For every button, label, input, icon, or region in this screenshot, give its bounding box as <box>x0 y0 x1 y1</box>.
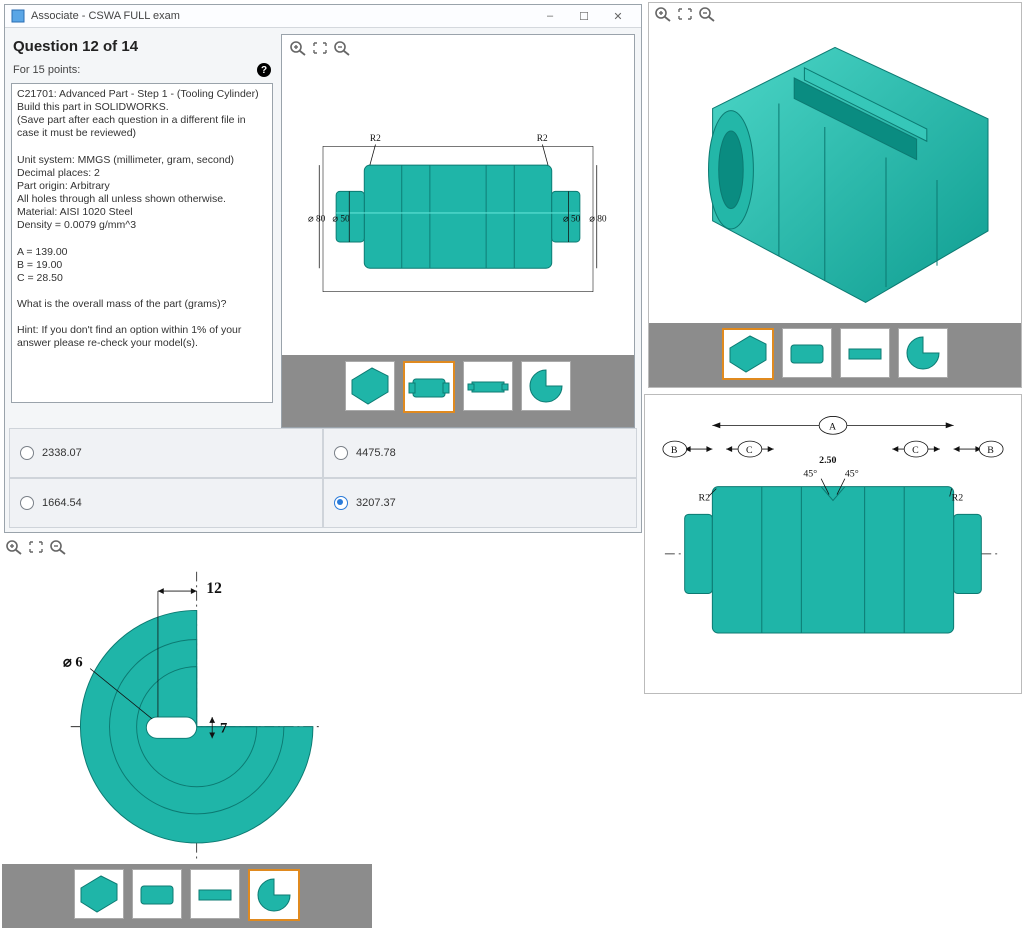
zoom-toolbar <box>288 39 352 57</box>
thumb-front[interactable] <box>782 328 832 378</box>
minimize-button[interactable]: – <box>533 6 567 26</box>
front-view-drawing: R2 R2 ⌀ 80 ⌀ 50 ⌀ 50 ⌀ 80 <box>308 87 608 337</box>
dim-chamfer: 2.50 <box>819 455 836 466</box>
dim-B-right: B <box>987 445 994 456</box>
answer-option[interactable]: 1664.54 <box>9 478 323 528</box>
question-panel: Question 12 of 14 For 15 points: ? C2170… <box>11 34 273 403</box>
question-heading: Question 12 of 14 <box>13 38 271 55</box>
section-viewer-panel: 12 7 ⌀ 6 <box>2 536 372 928</box>
app-icon <box>11 9 25 23</box>
dim-r2-left: R2 <box>699 492 711 503</box>
zoom-in-icon[interactable] <box>653 5 673 23</box>
zoom-toolbar <box>653 5 717 23</box>
dim-ang-left: 45° <box>803 469 817 480</box>
section-view-drawing: 12 7 ⌀ 6 <box>22 562 352 872</box>
radio-icon[interactable] <box>334 496 348 510</box>
thumb-top[interactable] <box>840 328 890 378</box>
dim-r2-left: R2 <box>370 134 381 144</box>
dim-r2-right: R2 <box>537 134 548 144</box>
thumbnail-strip <box>649 323 1021 387</box>
zoom-out-icon[interactable] <box>332 39 352 57</box>
answer-value: 1664.54 <box>42 497 82 509</box>
zoom-out-icon[interactable] <box>48 538 68 556</box>
maximize-button[interactable]: ☐ <box>567 6 601 26</box>
titlebar[interactable]: Associate - CSWA FULL exam – ☐ ✕ <box>5 5 641 28</box>
dim-d80-right: ⌀ 80 <box>589 214 607 224</box>
dim-A: A <box>829 421 837 432</box>
radio-icon[interactable] <box>20 446 34 460</box>
thumb-front[interactable] <box>132 869 182 919</box>
dim-ang-right: 45° <box>845 469 859 480</box>
answer-value: 3207.37 <box>356 497 396 509</box>
answer-option[interactable]: 3207.37 <box>323 478 637 528</box>
dim-d80-left: ⌀ 80 <box>308 214 326 224</box>
thumb-iso[interactable] <box>722 328 774 380</box>
answer-option[interactable]: 2338.07 <box>9 428 323 478</box>
thumb-iso[interactable] <box>74 869 124 919</box>
zoom-fit-icon[interactable] <box>675 5 695 23</box>
question-body: C21701: Advanced Part - Step 1 - (Toolin… <box>11 83 273 403</box>
iso-viewer[interactable] <box>649 27 1021 333</box>
radio-icon[interactable] <box>20 496 34 510</box>
thumb-top[interactable] <box>463 361 513 411</box>
answer-option[interactable]: 4475.78 <box>323 428 637 478</box>
thumb-front[interactable] <box>403 361 455 413</box>
dim-r2-right: R2 <box>952 492 964 503</box>
thumb-section[interactable] <box>521 361 571 411</box>
thumbnail-strip <box>282 355 634 427</box>
thumb-section[interactable] <box>248 869 300 921</box>
exam-window: Associate - CSWA FULL exam – ☐ ✕ Questio… <box>4 4 642 533</box>
answer-value: 4475.78 <box>356 447 396 459</box>
zoom-fit-icon[interactable] <box>310 39 330 57</box>
close-button[interactable]: ✕ <box>601 6 635 26</box>
iso-viewer-panel <box>648 2 1022 388</box>
dim-12: 12 <box>206 580 222 597</box>
dim-d50-right: ⌀ 50 <box>563 214 581 224</box>
points-label: For 15 points: <box>13 64 80 76</box>
zoom-fit-icon[interactable] <box>26 538 46 556</box>
top-view-drawing: A B B C C 2.50 45° 45° <box>655 405 1011 683</box>
zoom-toolbar <box>4 538 68 556</box>
image-viewer: R2 R2 ⌀ 80 ⌀ 50 ⌀ 50 ⌀ 80 <box>281 34 635 428</box>
dim-C-right: C <box>912 445 919 456</box>
dim-7: 7 <box>220 721 227 737</box>
answer-value: 2338.07 <box>42 447 82 459</box>
zoom-out-icon[interactable] <box>697 5 717 23</box>
window-title: Associate - CSWA FULL exam <box>31 10 180 22</box>
thumb-iso[interactable] <box>345 361 395 411</box>
radio-icon[interactable] <box>334 446 348 460</box>
answers-grid: 2338.07 4475.78 1664.54 3207.37 <box>9 428 637 528</box>
thumbnail-strip <box>2 864 372 928</box>
zoom-in-icon[interactable] <box>288 39 308 57</box>
top-view-panel: A B B C C 2.50 45° 45° <box>644 394 1022 694</box>
help-icon[interactable]: ? <box>257 63 271 77</box>
thumb-top[interactable] <box>190 869 240 919</box>
thumb-section[interactable] <box>898 328 948 378</box>
dim-d50-left: ⌀ 50 <box>332 214 350 224</box>
zoom-in-icon[interactable] <box>4 538 24 556</box>
dim-B-left: B <box>671 445 678 456</box>
dim-C-left: C <box>746 445 753 456</box>
dim-d6: ⌀ 6 <box>63 655 83 671</box>
